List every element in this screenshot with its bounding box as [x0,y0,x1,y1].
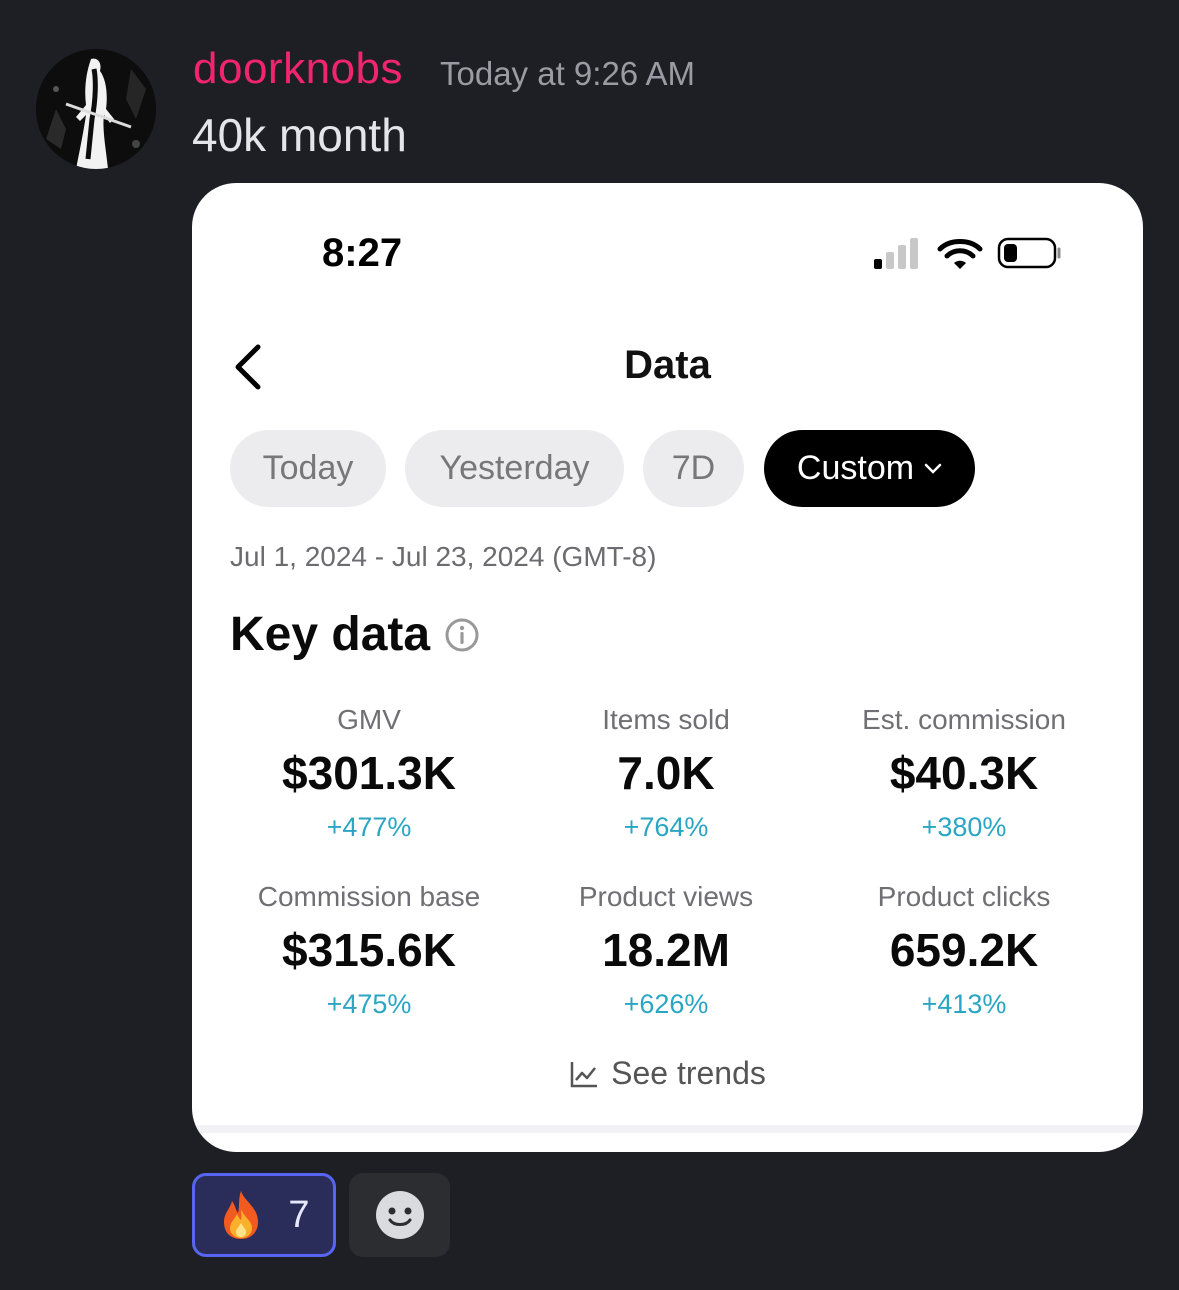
fire-emoji-icon [224,1191,259,1239]
date-range: Jul 1, 2024 - Jul 23, 2024 (GMT-8) [230,541,657,572]
avatar[interactable] [36,49,156,169]
message-text: 40k month [192,109,407,161]
wifi-icon [937,239,983,269]
divider [192,1125,1143,1133]
metric-label: Items sold [602,704,730,735]
tab-7d[interactable]: 7D [643,430,744,507]
attached-screenshot[interactable]: 8:27 Data Today Yesterday 7D Custom Jul … [192,183,1143,1152]
tab-today[interactable]: Today [230,430,386,507]
metric-change: +477% [326,812,412,842]
metric-change: +626% [623,989,709,1019]
tab-label: 7D [671,449,716,487]
tab-yesterday[interactable]: Yesterday [405,430,624,507]
chevron-down-icon [924,463,942,474]
page-title: Data [624,343,711,387]
metric-value: $301.3K [282,747,456,799]
tab-label: Custom [796,449,915,487]
see-trends-link[interactable]: See trends [192,1055,1143,1092]
trend-chart-icon [570,1061,598,1087]
metric-label: Commission base [257,881,481,912]
add-reaction-button[interactable] [349,1173,450,1257]
metric-gmv[interactable]: GMV $301.3K +477% [219,703,519,843]
status-bar-time: 8:27 [322,231,403,275]
metric-value: 659.2K [889,924,1039,976]
smiley-add-reaction-icon [375,1191,424,1239]
metric-change: +475% [326,989,412,1019]
metric-value: 18.2M [602,924,730,976]
metric-product-views[interactable]: Product views 18.2M +626% [516,880,816,1020]
section-title: Key data [230,607,480,662]
message-timestamp: Today at 9:26 AM [440,55,695,92]
metric-items-sold[interactable]: Items sold 7.0K +764% [516,703,816,843]
info-icon[interactable] [444,617,480,653]
metric-change: +413% [921,989,1007,1019]
metric-value: 7.0K [617,747,715,799]
metric-est-commission[interactable]: Est. commission $40.3K +380% [814,703,1114,843]
avatar-image [36,49,156,169]
battery-icon [997,237,1061,269]
tab-custom[interactable]: Custom [764,430,975,507]
metric-label: GMV [337,704,401,735]
reaction-count: 7 [288,1193,310,1236]
status-bar-icons [874,237,1061,269]
author-name[interactable]: doorknobs [193,44,403,94]
metric-label: Est. commission [862,704,1066,735]
signal-icon [874,238,918,269]
metric-value: $40.3K [889,747,1039,799]
tab-label: Today [262,449,354,487]
metric-change: +764% [623,812,709,842]
metric-commission-base[interactable]: Commission base $315.6K +475% [219,880,519,1020]
see-trends-label: See trends [611,1055,766,1091]
tab-label: Yesterday [439,449,590,487]
metric-value: $315.6K [282,924,456,976]
metric-label: Product clicks [877,881,1051,912]
metric-product-clicks[interactable]: Product clicks 659.2K +413% [814,880,1114,1020]
section-title-label: Key data [230,608,431,661]
reaction-fire[interactable]: 7 [192,1173,336,1257]
metric-change: +380% [921,812,1007,842]
metric-label: Product views [578,881,754,912]
